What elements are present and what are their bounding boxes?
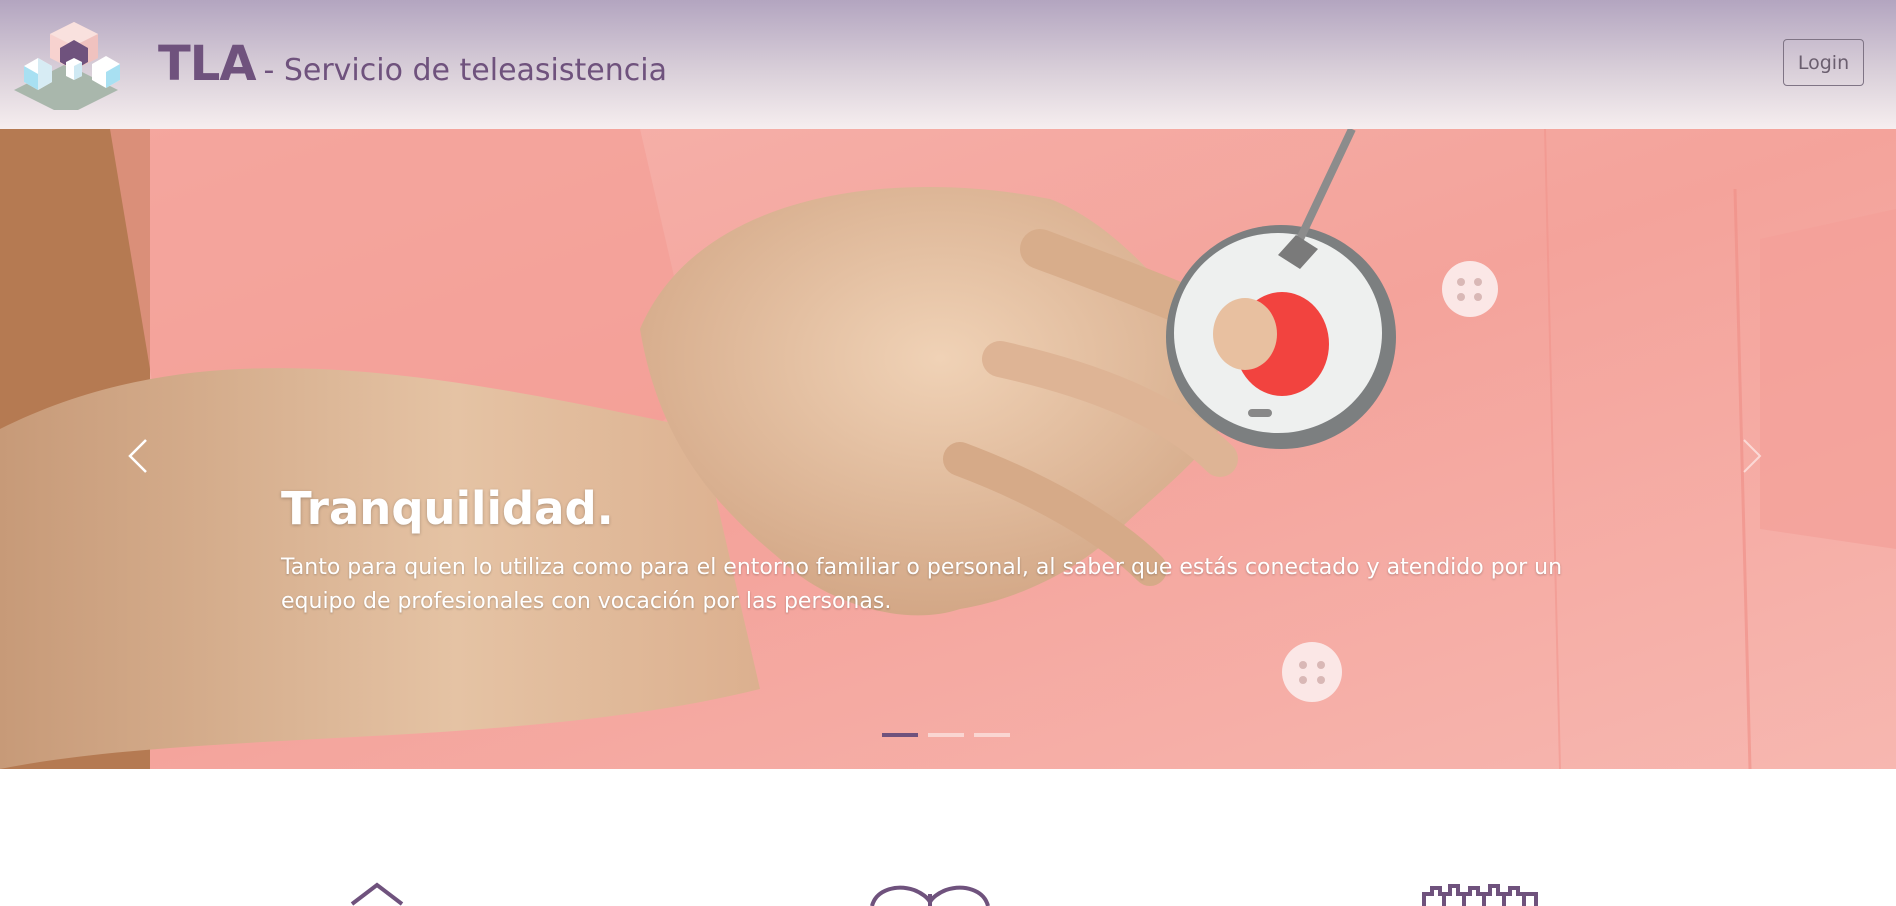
brand-name: TLA: [158, 36, 256, 92]
carousel-indicator[interactable]: [928, 733, 964, 737]
brand[interactable]: TLA - Servicio de teleasistencia: [158, 36, 667, 96]
building-icon: [1422, 884, 1538, 906]
chevron-left-icon: [128, 439, 147, 473]
site-header: TLA - Servicio de teleasistencia Login: [0, 0, 1896, 129]
hero-carousel: Tranquilidad. Tanto para quien lo utiliz…: [0, 129, 1896, 769]
slide-description: Tanto para quien lo utiliza como para el…: [281, 555, 1563, 614]
carousel-prev-button[interactable]: [108, 421, 168, 491]
carousel-indicator[interactable]: [882, 733, 918, 737]
chevron-right-icon: [1743, 439, 1762, 473]
home-icon: [350, 882, 404, 906]
logo-icon[interactable]: [14, 18, 142, 110]
brand-subtitle: - Servicio de teleasistencia: [263, 53, 667, 88]
slide-image: [0, 129, 1896, 769]
carousel-next-button[interactable]: [1722, 421, 1782, 491]
heart-icon: [870, 885, 990, 906]
slide-title: Tranquilidad.: [281, 482, 614, 535]
carousel-indicator[interactable]: [974, 733, 1010, 737]
login-button[interactable]: Login: [1783, 39, 1864, 86]
slide-caption: Tranquilidad. Tanto para quien lo utiliz…: [281, 481, 1611, 619]
carousel-indicators: [882, 733, 1020, 737]
